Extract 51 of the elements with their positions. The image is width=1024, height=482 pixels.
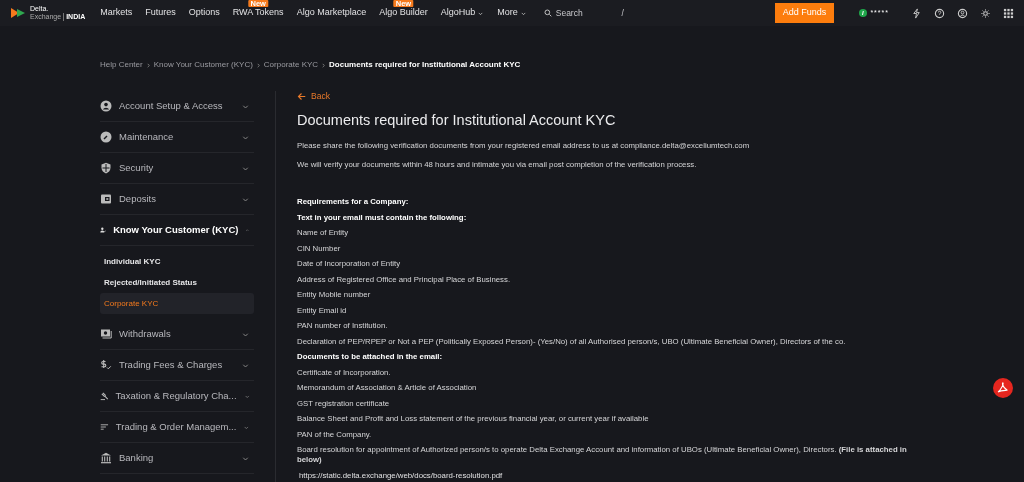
breadcrumb-item[interactable]: Corporate KYC xyxy=(263,59,319,71)
breadcrumb-item[interactable]: Help Center xyxy=(100,59,143,71)
wallet-icon xyxy=(100,193,112,205)
back-label[interactable]: Back xyxy=(311,90,330,103)
arrow-left-icon xyxy=(297,92,306,101)
sidebar-category-label: Trading & Order Managem... xyxy=(115,419,237,434)
lines-icon xyxy=(100,421,109,433)
chevron-right-icon xyxy=(145,62,151,68)
sidebar-category-label: Deposits xyxy=(119,191,157,206)
sidebar-category-label: Trading Fees & Charges xyxy=(119,357,224,372)
pdf-icon[interactable] xyxy=(993,378,1013,398)
sun-icon[interactable] xyxy=(980,7,991,19)
grid-menu-icon[interactable] xyxy=(1003,7,1014,19)
profile-icon[interactable] xyxy=(957,7,968,19)
user-circle-icon xyxy=(100,100,112,112)
nav-link[interactable]: Futures xyxy=(145,6,176,20)
search-icon xyxy=(543,9,552,17)
chevron-right-icon xyxy=(321,62,327,68)
sidebar-subitem[interactable]: Individual KYC xyxy=(100,251,254,272)
sidebar-subitem[interactable]: Corporate KYC xyxy=(100,293,254,314)
sidebar-category-label: Know Your Customer (KYC) xyxy=(113,222,239,237)
page-title: Documents required for Institutional Account KYC xyxy=(297,111,617,129)
cash-icon xyxy=(100,328,112,340)
sidebar-category-label: Maintenance xyxy=(119,129,175,144)
nav-link[interactable]: Markets xyxy=(100,6,133,20)
dollar-check-icon xyxy=(100,359,112,371)
gavel-icon xyxy=(100,390,109,402)
nav-link[interactable]: RWA Tokens xyxy=(232,6,284,20)
bank-icon xyxy=(100,452,112,464)
nav-link[interactable]: AlgoHub xyxy=(440,6,476,20)
sidebar-category-label: Taxation & Regulatory Cha... xyxy=(115,388,237,403)
sidebar-category-label: Withdrawals xyxy=(119,326,172,341)
sidebar-category-label: Banking xyxy=(119,450,155,465)
nav-link[interactable]: More xyxy=(497,6,518,20)
help-icon[interactable] xyxy=(934,7,945,19)
nav-link[interactable]: Options xyxy=(188,6,220,20)
shield-icon xyxy=(100,162,112,174)
sidebar-category-label: Security xyxy=(119,160,155,175)
nav-link[interactable]: Algo Builder xyxy=(379,6,428,20)
nav-link[interactable]: Algo Marketplace xyxy=(296,6,367,20)
chevron-right-icon xyxy=(255,62,261,68)
breadcrumb-item: Documents required for Institutional Account KYC xyxy=(329,59,521,71)
shortcut-hint: / xyxy=(621,6,624,20)
coin-icon xyxy=(859,9,868,17)
breadcrumb-item[interactable]: Know Your Customer (KYC) xyxy=(153,59,253,71)
sidebar-category-label: Account Setup & Access xyxy=(119,98,224,113)
logo-icon xyxy=(10,5,26,21)
sidebar-subitem[interactable]: Rejected/Initiated Status xyxy=(100,272,254,293)
lightning-icon[interactable] xyxy=(911,7,922,19)
search-placeholder: Search xyxy=(555,6,583,20)
search-field[interactable]: Search / xyxy=(543,6,624,20)
